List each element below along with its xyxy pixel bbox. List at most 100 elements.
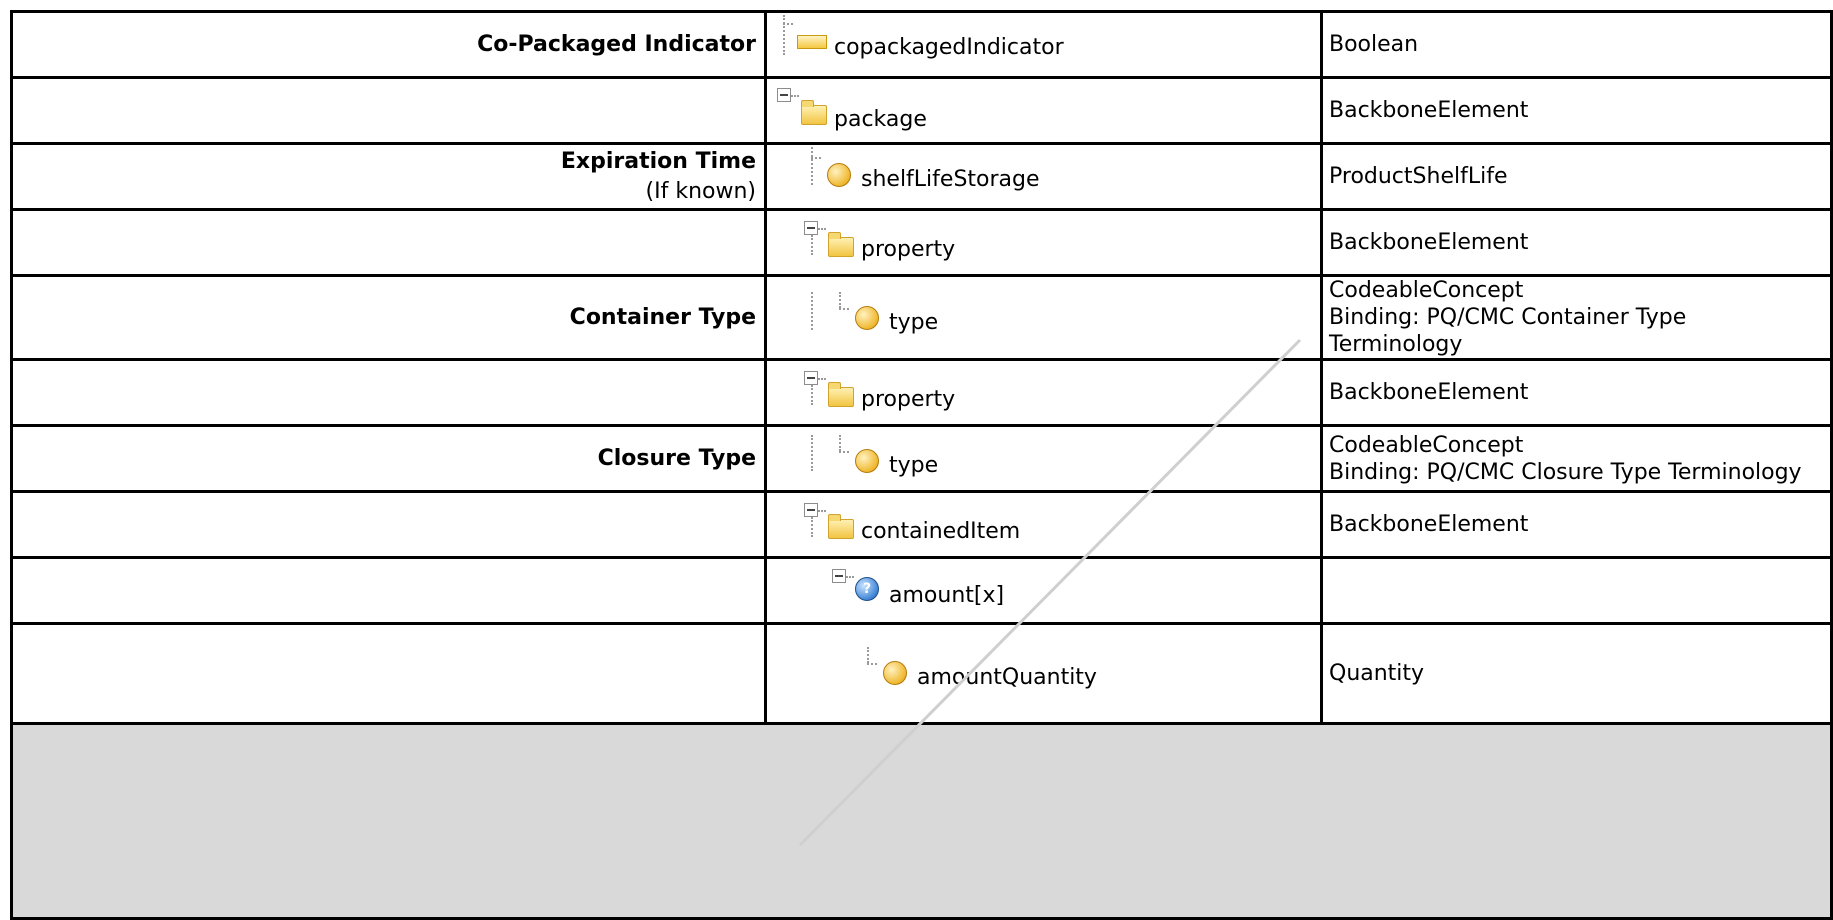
element-name: package	[834, 106, 927, 132]
tree-connector	[791, 94, 799, 97]
collapse-toggle-icon[interactable]	[804, 370, 818, 385]
cube-icon	[855, 448, 879, 473]
label-cell	[10, 490, 767, 559]
element-name: amount[x]	[889, 582, 1005, 608]
tree-connector	[867, 662, 877, 665]
folder-icon	[828, 231, 854, 257]
tree-connector	[811, 384, 813, 405]
type-cell: CodeableConcept Binding: PQ/CMC Closure …	[1320, 424, 1833, 493]
element-name: shelfLifeStorage	[861, 166, 1040, 192]
element-cell: type	[764, 424, 1323, 493]
tree-connector	[783, 22, 793, 25]
element-name: property	[861, 386, 956, 412]
tree-connector	[811, 434, 813, 471]
tree-connector	[846, 575, 854, 578]
element-name: containedItem	[861, 518, 1021, 544]
type-cell: BackboneElement	[1320, 76, 1833, 145]
tree-connector	[818, 377, 826, 380]
table-row: property BackboneElement	[10, 358, 1833, 427]
type-line: BackboneElement	[1329, 98, 1529, 123]
element-name: type	[889, 309, 939, 335]
cube-icon	[855, 305, 879, 330]
folder-icon	[801, 99, 827, 125]
element-name: type	[889, 452, 939, 478]
type-binding-line: Binding: PQ/CMC Container Type	[1329, 305, 1687, 330]
label-cell	[10, 358, 767, 427]
footer-band	[10, 722, 1833, 920]
tree-connector	[839, 434, 841, 451]
element-cell: type	[764, 274, 1323, 361]
element-cell: package	[764, 76, 1323, 145]
cube-icon	[883, 660, 907, 685]
element-name: amountQuantity	[917, 664, 1097, 690]
element-cell: containedItem	[764, 490, 1323, 559]
row-label: Co-Packaged Indicator	[477, 31, 756, 57]
tree-connector	[867, 646, 869, 663]
collapse-toggle-icon[interactable]	[804, 220, 818, 235]
tree-connector	[818, 509, 826, 512]
element-cell: ? amount[x]	[764, 556, 1323, 625]
label-cell	[10, 556, 767, 625]
table-row: property BackboneElement	[10, 208, 1833, 277]
type-cell: ProductShelfLife	[1320, 142, 1833, 211]
element-cell: amountQuantity	[764, 622, 1323, 725]
type-line: BackboneElement	[1329, 512, 1529, 537]
label-cell: Expiration Time (If known)	[10, 142, 767, 211]
element-name: property	[861, 236, 956, 262]
label-cell	[10, 76, 767, 145]
type-cell: BackboneElement	[1320, 358, 1833, 427]
tree-connector	[811, 291, 813, 330]
element-cell: copackagedIndicator	[764, 10, 1323, 79]
type-cell: BackboneElement	[1320, 208, 1833, 277]
row-label: Container Type	[569, 304, 756, 330]
choice-type-icon: ?	[855, 576, 879, 601]
cube-icon	[827, 162, 851, 187]
tree-connector	[811, 234, 813, 255]
tree-connector	[783, 14, 785, 55]
type-line: BackboneElement	[1329, 380, 1529, 405]
type-line: CodeableConcept	[1329, 432, 1524, 458]
type-line: BackboneElement	[1329, 230, 1529, 255]
element-cell: shelfLifeStorage	[764, 142, 1323, 211]
table-row: Container Type type CodeableConcept Bind…	[10, 274, 1833, 361]
type-cell: BackboneElement	[1320, 490, 1833, 559]
element-cell: property	[764, 208, 1323, 277]
folder-icon	[828, 513, 854, 539]
type-line: ProductShelfLife	[1329, 164, 1508, 189]
tree-connector	[811, 156, 821, 159]
type-line: Boolean	[1329, 32, 1419, 57]
table-row: package BackboneElement	[10, 76, 1833, 145]
collapse-toggle-icon[interactable]	[804, 502, 818, 517]
table-row: amountQuantity Quantity	[10, 622, 1833, 725]
table-row: Expiration Time (If known) shelfLifeStor…	[10, 142, 1833, 211]
type-line: CodeableConcept	[1329, 278, 1524, 303]
label-cell: Container Type	[10, 274, 767, 361]
tree-connector	[811, 516, 813, 537]
mapping-table: Co-Packaged Indicator copackagedIndicato…	[10, 10, 1833, 920]
type-cell: Quantity	[1320, 622, 1833, 725]
label-cell	[10, 622, 767, 725]
element-name: copackagedIndicator	[834, 34, 1064, 60]
table-row: containedItem BackboneElement	[10, 490, 1833, 559]
type-binding-line: Terminology	[1329, 332, 1463, 357]
collapse-toggle-icon[interactable]	[832, 568, 846, 583]
type-cell: Boolean	[1320, 10, 1833, 79]
label-cell	[10, 208, 767, 277]
primitive-icon	[797, 34, 827, 49]
label-cell: Closure Type	[10, 424, 767, 493]
folder-icon	[828, 381, 854, 407]
tree-connector	[839, 307, 849, 310]
row-sublabel: (If known)	[645, 178, 756, 204]
table-row: Closure Type type CodeableConcept Bindin…	[10, 424, 1833, 493]
type-cell: CodeableConcept Binding: PQ/CMC Containe…	[1320, 274, 1833, 361]
type-binding-line: Binding: PQ/CMC Closure Type Terminology	[1329, 459, 1802, 485]
collapse-toggle-icon[interactable]	[777, 87, 791, 102]
footer-cell	[10, 722, 1833, 920]
element-cell: property	[764, 358, 1323, 427]
table-row: ? amount[x]	[10, 556, 1833, 625]
type-cell	[1320, 556, 1833, 625]
row-label: Closure Type	[597, 445, 756, 471]
tree-connector	[811, 146, 813, 185]
table-row: Co-Packaged Indicator copackagedIndicato…	[10, 10, 1833, 79]
label-cell: Co-Packaged Indicator	[10, 10, 767, 79]
